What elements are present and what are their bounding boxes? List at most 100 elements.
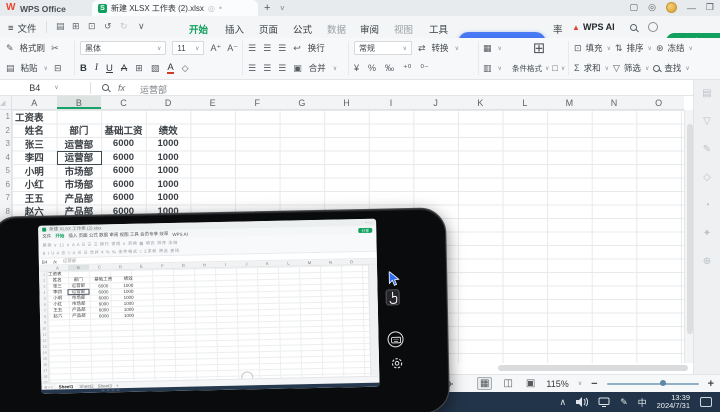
document-tab[interactable]: S 新建 XLSX 工作表 (2).xlsx ◎ • <box>92 0 258 16</box>
formula-value[interactable]: 运营部 <box>140 83 167 96</box>
cell-a[interactable]: 工资表 <box>12 110 57 124</box>
cell-d[interactable]: 1000 <box>146 178 191 192</box>
cell-b[interactable]: 运营部 <box>57 137 102 151</box>
cell-c[interactable]: 6000 <box>101 191 146 205</box>
undo-icon[interactable]: ↺ <box>104 21 112 32</box>
cell-a[interactable]: 小明 <box>12 164 57 178</box>
tab-efficiency-partial[interactable]: 率 <box>550 20 566 38</box>
shading-button[interactable]: ▧ <box>151 63 160 74</box>
column-header[interactable]: N <box>592 96 637 110</box>
font-name-select[interactable]: 黑体 ∨ <box>80 41 166 55</box>
find-button[interactable]: 查找 <box>664 62 681 74</box>
name-box[interactable]: B4 ∨ <box>0 80 88 95</box>
cell-d[interactable]: 1000 <box>146 164 191 178</box>
table-style-icon[interactable]: ⊞ <box>533 39 546 57</box>
tab-tools[interactable]: 工具 <box>426 20 451 38</box>
row-header[interactable]: 2 <box>0 124 11 138</box>
filter-button[interactable]: 筛选 <box>624 62 641 74</box>
strikethrough-button[interactable]: A <box>121 63 127 74</box>
cell-a[interactable]: 小红 <box>12 178 57 192</box>
ime-indicator[interactable]: 中 <box>638 396 647 409</box>
clock[interactable]: 13:39 2024/7/31 <box>657 394 690 411</box>
volume-icon[interactable] <box>576 397 588 407</box>
row-header[interactable]: 1 <box>0 110 11 124</box>
sort-button[interactable]: 排序 <box>627 42 644 54</box>
layout-icon[interactable]: ▢ <box>630 2 639 13</box>
column-header[interactable]: G <box>280 96 325 110</box>
column-header[interactable]: B <box>57 96 102 110</box>
column-header[interactable]: F <box>235 96 280 110</box>
paste-button[interactable]: 粘贴 <box>21 62 38 74</box>
cell-c[interactable]: 6000 <box>101 151 146 165</box>
view-page-layout-button[interactable]: ◫ <box>501 378 514 389</box>
phone-screen[interactable]: 新建 XLSX 工作表 (2).xlsx • ▫ ▫ 文件 开始 插入 页面 公… <box>38 219 379 394</box>
cell-a[interactable]: 李四 <box>12 151 57 165</box>
sum-button[interactable]: 求和 <box>584 62 601 74</box>
valign-middle-icon[interactable]: ☰ <box>263 63 271 74</box>
zoom-caret-icon[interactable]: ∨ <box>578 380 582 387</box>
cell-b[interactable]: 市场部 <box>57 164 102 178</box>
sidebar-icon[interactable]: ◔ <box>704 200 710 211</box>
keyboard-icon[interactable] <box>387 331 403 347</box>
number-format-select[interactable]: 常规 ∨ <box>354 41 412 55</box>
ghost-mode-icon[interactable]: ◎ <box>208 4 215 13</box>
search-icon[interactable] <box>630 24 637 31</box>
permille-button[interactable]: ‰ <box>385 63 394 73</box>
cell-b[interactable]: 市场部 <box>57 178 102 192</box>
freeze-button[interactable]: 冻结 <box>667 42 684 54</box>
gear-icon[interactable] <box>389 355 405 371</box>
vertical-scroll-thumb[interactable] <box>687 124 693 334</box>
shrink-font-button[interactable]: A⁻ <box>227 43 238 54</box>
sidebar-icon[interactable]: ▽ <box>703 116 711 127</box>
align-right-icon[interactable]: ☰ <box>278 43 286 54</box>
cell-c[interactable]: 6000 <box>101 164 146 178</box>
zoom-slider[interactable] <box>607 383 699 385</box>
row-col-caret-icon[interactable]: ∨ <box>498 45 502 52</box>
sidebar-icon[interactable]: ✦ <box>703 228 711 239</box>
grow-font-button[interactable]: A⁺ <box>210 43 221 54</box>
touch-mode-icon[interactable] <box>386 289 400 305</box>
cell-c[interactable]: 基础工资 <box>101 124 146 138</box>
sidebar-icon[interactable]: ✎ <box>703 144 711 155</box>
tab-insert[interactable]: 插入 <box>222 20 247 38</box>
paste-caret-icon[interactable]: ∨ <box>44 65 48 72</box>
highlight-button[interactable]: ◇ <box>182 63 189 74</box>
cell-d[interactable]: 1000 <box>146 137 191 151</box>
column-header[interactable]: C <box>101 96 146 110</box>
network-icon[interactable] <box>598 397 610 407</box>
pen-icon[interactable]: ✎ <box>620 397 628 408</box>
copy-icon[interactable]: ⊟ <box>54 63 62 74</box>
bold-button[interactable]: B <box>80 63 87 74</box>
column-header[interactable]: O <box>636 96 681 110</box>
font-color-button[interactable]: A <box>167 63 173 74</box>
merge-caret-icon[interactable]: ∨ <box>333 65 337 72</box>
decrease-decimal-button[interactable]: ⁰⁻ <box>420 63 428 74</box>
new-tab-button[interactable]: + <box>264 2 270 14</box>
currency-button[interactable]: ¥ <box>354 63 359 73</box>
cell-b[interactable]: 部门 <box>57 124 102 138</box>
tab-formula[interactable]: 公式 <box>290 20 315 38</box>
tab-data[interactable]: 数据 <box>324 20 349 38</box>
sidebar-icon[interactable]: ◇ <box>703 172 711 183</box>
cell-b[interactable]: 产品部 <box>57 191 102 205</box>
print-icon[interactable]: ⊡ <box>88 21 96 32</box>
cell-d[interactable]: 1000 <box>146 191 191 205</box>
cell-a[interactable]: 张三 <box>12 137 57 151</box>
sidebar-icon[interactable]: ⊕ <box>703 256 711 267</box>
column-header[interactable]: J <box>413 96 458 110</box>
zoom-level[interactable]: 115% <box>546 379 568 389</box>
borders-button[interactable]: ⊞ <box>135 63 143 74</box>
column-header[interactable]: K <box>458 96 503 110</box>
conditional-format-button[interactable]: 条件格式 <box>512 63 542 74</box>
merge-button[interactable]: 合并 <box>309 62 326 74</box>
select-all-corner[interactable]: ◢ <box>0 96 12 110</box>
save-icon[interactable]: ▤ <box>56 21 65 32</box>
cell-d[interactable] <box>146 110 191 124</box>
align-left-icon[interactable]: ☰ <box>248 43 256 54</box>
increase-decimal-button[interactable]: ⁺⁰ <box>403 63 411 74</box>
redo-icon[interactable]: ↻ <box>120 21 128 32</box>
tab-page[interactable]: 页面 <box>256 20 281 38</box>
avatar[interactable] <box>666 2 677 13</box>
convert-caret-icon[interactable]: ∨ <box>455 45 459 52</box>
convert-button[interactable]: 转换 <box>432 42 449 54</box>
